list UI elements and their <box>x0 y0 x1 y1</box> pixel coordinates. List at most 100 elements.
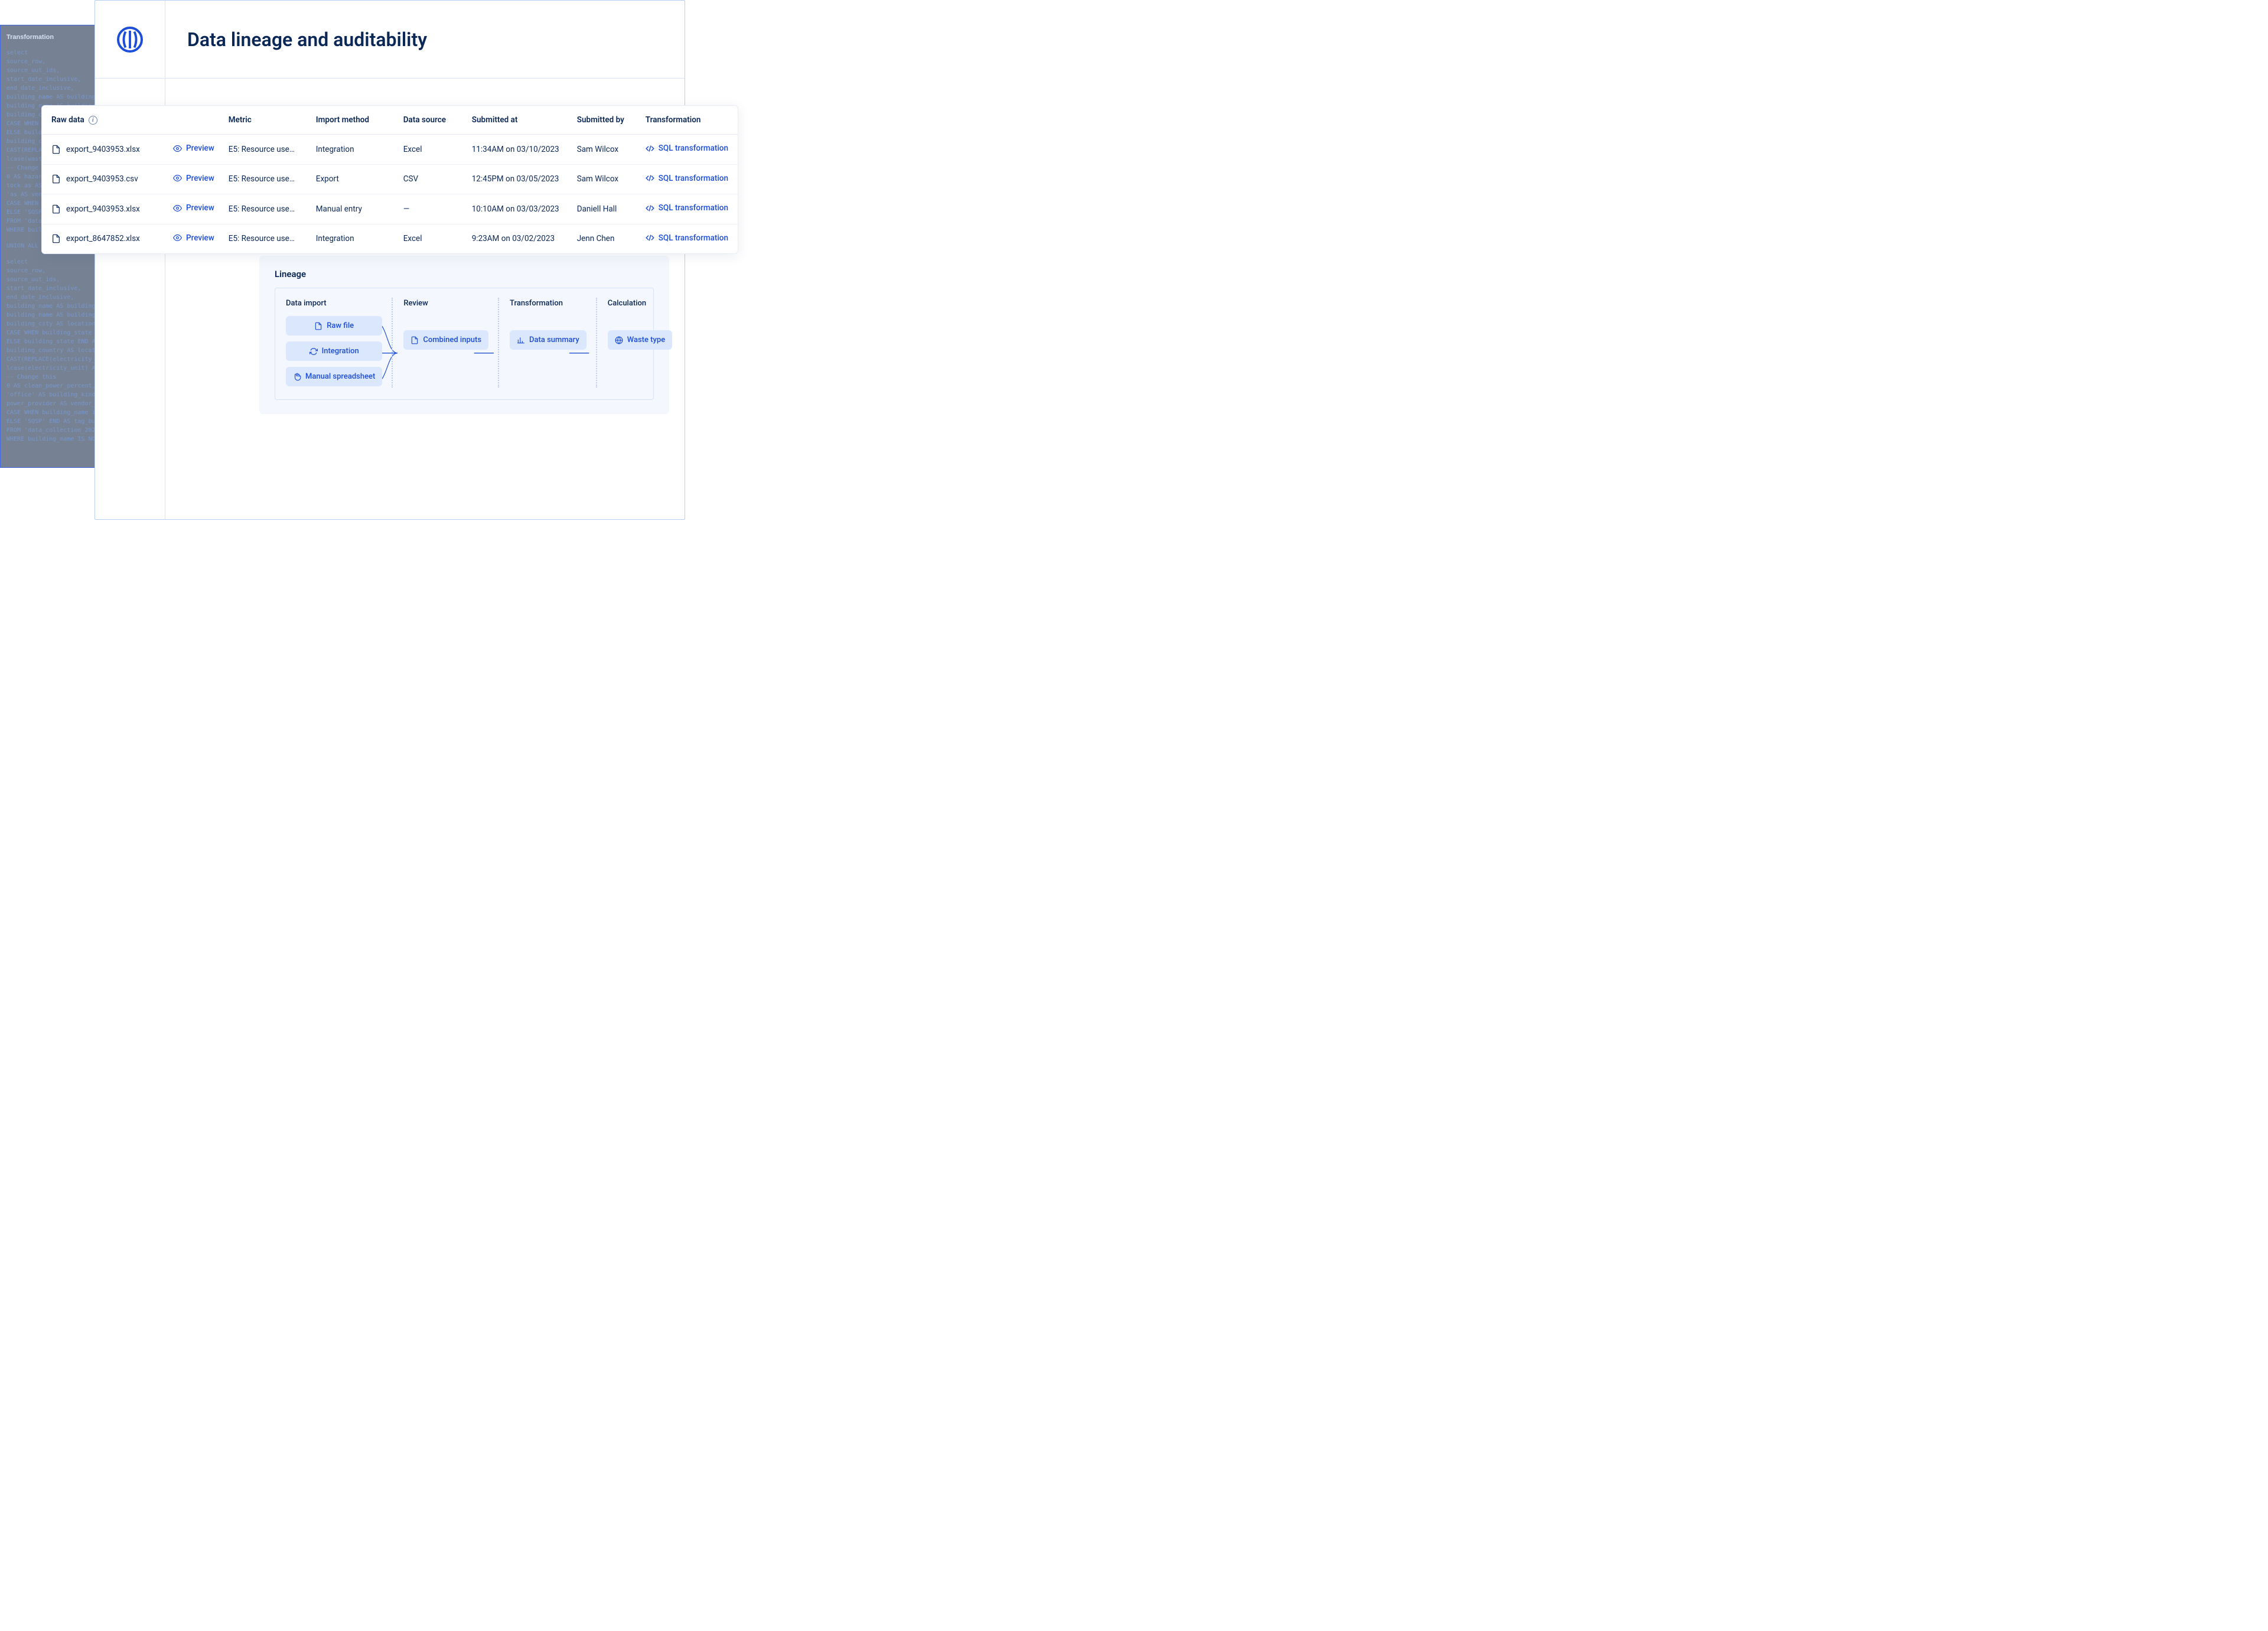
preview-link[interactable]: Preview <box>173 144 214 153</box>
submitted-by-cell: Sam Wilcox <box>570 164 638 194</box>
file-name: export_9403953.xlsx <box>66 145 140 154</box>
import-method-cell: Integration <box>309 224 396 253</box>
transformation-label: SQL transformation <box>659 203 728 213</box>
lineage-col-title: Data import <box>286 299 382 308</box>
pill-label: Raw file <box>327 321 354 330</box>
chart-icon <box>517 336 525 344</box>
file-icon <box>51 174 61 184</box>
data-source-cell: — <box>396 194 465 224</box>
pill-label: Integration <box>322 347 359 356</box>
import-method-cell: Export <box>309 164 396 194</box>
pill-combined-inputs[interactable]: Combined inputs <box>403 330 488 350</box>
main-window: Data lineage and auditability Lineage Da… <box>94 0 685 520</box>
file-cell: export_9403953.xlsx <box>51 145 159 154</box>
file-name: export_9403953.xlsx <box>66 204 140 214</box>
transformation-label: SQL transformation <box>659 233 728 243</box>
file-name: export_9403953.csv <box>66 174 138 184</box>
pill-data-summary[interactable]: Data summary <box>510 330 586 350</box>
metric-cell: E5: Resource use… <box>221 224 309 253</box>
transformation-link[interactable]: SQL transformation <box>646 174 728 183</box>
transformation-label: SQL transformation <box>659 144 728 153</box>
metric-cell: E5: Resource use… <box>221 164 309 194</box>
file-cell: export_9403953.csv <box>51 174 159 184</box>
submitted-at-cell: 10:10AM on 03/03/2023 <box>465 194 570 224</box>
globe-icon <box>615 336 623 344</box>
table-row: export_9403953.xlsxPreviewE5: Resource u… <box>42 135 738 165</box>
transformation-link[interactable]: SQL transformation <box>646 144 728 153</box>
lineage-col-title: Transformation <box>510 299 586 308</box>
file-icon <box>51 204 61 214</box>
metric-cell: E5: Resource use… <box>221 194 309 224</box>
code-icon <box>646 204 654 213</box>
lineage-col-title: Calculation <box>608 299 672 308</box>
data-table: Raw data i Metric Import method Data sou… <box>42 106 738 253</box>
pill-label: Waste type <box>627 336 665 344</box>
transformation-link[interactable]: SQL transformation <box>646 203 728 213</box>
submitted-by-cell: Jenn Chen <box>570 224 638 253</box>
lineage-col-transformation: Transformation Data summary <box>499 299 597 386</box>
lineage-col-title: Review <box>403 299 488 308</box>
table-row: export_8647852.xlsx Preview E5: Resource u… <box>42 224 738 253</box>
preview-label: Preview <box>186 233 214 243</box>
table-row: export_9403953.csv Preview E5: Resource us… <box>42 164 738 194</box>
column-header-data-source: Data source <box>396 106 465 135</box>
pill-integration[interactable]: Integration <box>286 341 382 361</box>
page-title: Data lineage and auditability <box>165 28 427 51</box>
file-name: export_8647852.xlsx <box>66 234 140 243</box>
lineage-col-data-import: Data import Raw file Integration Manual … <box>286 299 393 386</box>
table-header-row: Raw data i Metric Import method Data sou… <box>42 106 738 135</box>
preview-link[interactable]: Preview <box>173 203 214 213</box>
lineage-title: Lineage <box>275 269 654 279</box>
column-header-metric: Metric <box>221 106 309 135</box>
info-icon[interactable]: i <box>89 116 97 125</box>
eye-icon <box>173 233 182 242</box>
lineage-block: Lineage Data import Raw file <box>259 256 669 414</box>
column-header-transformation: Transformation <box>638 106 738 135</box>
file-icon <box>51 234 61 243</box>
import-method-cell: Manual entry <box>309 194 396 224</box>
pill-manual-spreadsheet[interactable]: Manual spreadsheet <box>286 367 382 386</box>
data-source-cell: CSV <box>396 164 465 194</box>
column-header-submitted-by: Submitted by <box>570 106 638 135</box>
pill-label: Combined inputs <box>423 336 481 344</box>
file-cell: export_8647852.xlsx <box>51 234 159 243</box>
transformation-link[interactable]: SQL transformation <box>646 233 728 243</box>
submitted-at-cell: 11:34AM on 03/10/2023 <box>465 135 570 165</box>
column-header-import-method: Import method <box>309 106 396 135</box>
column-header-raw-data: Raw data <box>51 115 84 125</box>
submitted-at-cell: 9:23AM on 03/02/2023 <box>465 224 570 253</box>
data-table-card: Raw data i Metric Import method Data sou… <box>41 105 738 254</box>
data-source-cell: Excel <box>396 135 465 165</box>
table-row: export_9403953.xlsx Preview E5: Resource u… <box>42 194 738 224</box>
file-cell: export_9403953.xlsx <box>51 204 159 214</box>
import-method-cell: Integration <box>309 135 396 165</box>
pill-label: Data summary <box>529 336 579 344</box>
lineage-diagram: Data import Raw file Integration Manual … <box>275 288 654 400</box>
eye-icon <box>173 204 182 213</box>
file-icon <box>51 145 61 154</box>
submitted-at-cell: 12:45PM on 03/05/2023 <box>465 164 570 194</box>
column-header-submitted-at: Submitted at <box>465 106 570 135</box>
data-source-cell: Excel <box>396 224 465 253</box>
window-header: Data lineage and auditability <box>95 1 685 79</box>
preview-label: Preview <box>186 203 214 213</box>
eye-icon <box>173 144 182 153</box>
code-icon <box>646 144 654 153</box>
pill-waste-type[interactable]: Waste type <box>608 330 672 350</box>
preview-link[interactable]: Preview <box>173 233 214 243</box>
pill-label: Manual spreadsheet <box>305 372 375 381</box>
lineage-col-review: Review Combined inputs <box>393 299 499 386</box>
transformation-label: SQL transformation <box>659 174 728 183</box>
code-icon <box>646 233 654 242</box>
refresh-icon <box>309 347 318 356</box>
code-icon <box>646 174 654 183</box>
file-icon <box>314 322 322 330</box>
submitted-by-cell: Sam Wilcox <box>570 135 638 165</box>
preview-label: Preview <box>186 174 214 183</box>
pill-raw-file[interactable]: Raw file <box>286 316 382 336</box>
preview-link[interactable]: Preview <box>173 174 214 183</box>
submitted-by-cell: Daniell Hall <box>570 194 638 224</box>
lineage-col-calculation: Calculation Waste type <box>597 299 683 386</box>
logo-cell <box>95 1 165 78</box>
file-icon <box>410 336 419 344</box>
